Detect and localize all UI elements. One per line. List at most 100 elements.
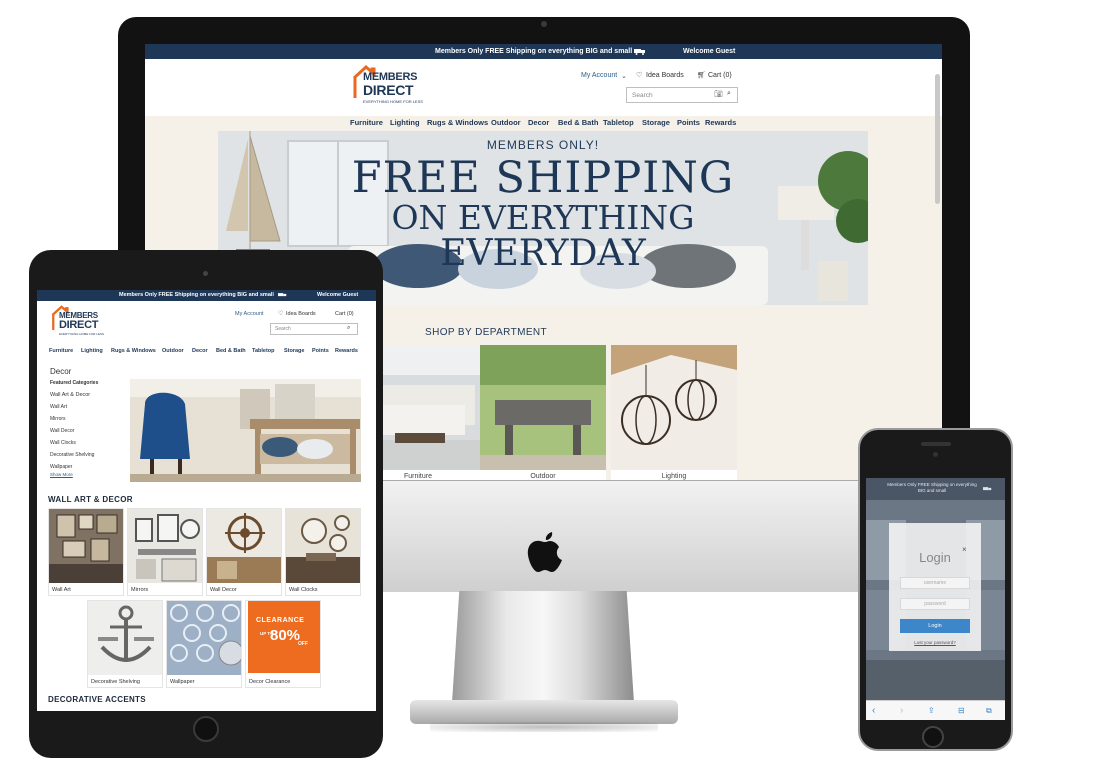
- login-title: Login: [919, 550, 951, 565]
- lost-password-link[interactable]: Lost your password?: [889, 640, 981, 645]
- nav-item-rugs-windows[interactable]: Rugs & Windows: [427, 118, 488, 127]
- tablet-nav-rugs-windows[interactable]: Rugs & Windows: [111, 348, 156, 354]
- nav-item-outdoor[interactable]: Outdoor: [491, 118, 521, 127]
- iphone-speaker: [921, 442, 951, 446]
- shop-by-department-heading: SHOP BY DEPARTMENT: [425, 327, 548, 338]
- password-field[interactable]: password: [900, 598, 970, 610]
- sidebar-title: Decor: [50, 367, 72, 376]
- topbar-message: Members Only FREE Shipping on everything…: [435, 48, 633, 55]
- decor-hero-photo[interactable]: [130, 379, 361, 482]
- wall-clocks-photo: [286, 509, 360, 583]
- tile-label-wall-art: Wall Art: [52, 587, 71, 593]
- phone-topbar-message: Members Only FREE Shipping on everything…: [887, 482, 977, 493]
- tablet-idea-boards-link[interactable]: Idea Boards: [286, 311, 316, 317]
- nav-item-lighting[interactable]: Lighting: [390, 118, 420, 127]
- tablet-nav-lighting[interactable]: Lighting: [81, 348, 103, 354]
- scrollbar[interactable]: [935, 74, 940, 204]
- mirrors-photo: [128, 509, 202, 583]
- category-tile-wall-decor[interactable]: Wall Decor: [206, 508, 282, 596]
- iphone-home-button[interactable]: [922, 726, 944, 748]
- iphone-camera: [933, 452, 938, 457]
- hero-line-free-shipping: FREE SHIPPING: [351, 153, 735, 203]
- imac-camera: [541, 21, 547, 27]
- department-card-lighting[interactable]: Lighting: [611, 345, 737, 480]
- camera-icon[interactable]: 📷︎: [714, 90, 723, 98]
- category-tile-decor-clearance[interactable]: CLEARANCE UP TO 80% OFF Decor Clearance: [245, 600, 321, 688]
- hero-line-members-only: MEMBERS ONLY!: [486, 138, 600, 152]
- site-header: MEMBERS DIRECT EVERYTHING HOME FOR LESS …: [145, 59, 942, 116]
- tablet-nav-storage[interactable]: Storage: [284, 348, 304, 354]
- section-heading-wall-art-decor: WALL ART & DECOR: [48, 495, 133, 504]
- tablet-nav-tabletop[interactable]: Tabletop: [252, 348, 275, 354]
- ipad-home-button[interactable]: [193, 716, 219, 742]
- welcome-guest: Welcome Guest: [683, 48, 736, 55]
- ipad-camera: [203, 271, 208, 276]
- department-card-outdoor[interactable]: Outdoor: [480, 345, 606, 480]
- idea-boards-link[interactable]: Idea Boards: [646, 72, 684, 79]
- nav-item-furniture[interactable]: Furniture: [350, 118, 383, 127]
- tablet-my-account-link[interactable]: My Account: [235, 311, 263, 317]
- category-tile-wallpaper[interactable]: Wallpaper: [166, 600, 242, 688]
- truck-icon: [278, 293, 287, 297]
- apple-icon: [527, 532, 562, 572]
- sidebar-item-wall-clocks[interactable]: Wall Clocks: [50, 440, 76, 446]
- tablet-logo-line2: DIRECT: [59, 319, 99, 331]
- tablet-nav-bed-bath[interactable]: Bed & Bath: [216, 348, 246, 354]
- nav-item-storage[interactable]: Storage: [642, 118, 670, 127]
- lighting-photo: [611, 345, 737, 470]
- show-more-link[interactable]: Show More: [50, 472, 73, 477]
- tablet-nav-furniture[interactable]: Furniture: [49, 348, 73, 354]
- search-box[interactable]: Search 📷︎ ⌕: [626, 87, 738, 103]
- my-account-link[interactable]: My Account: [581, 72, 617, 79]
- login-button[interactable]: Login: [900, 619, 970, 633]
- category-tile-mirrors[interactable]: Mirrors: [127, 508, 203, 596]
- share-icon[interactable]: ⇪: [928, 706, 935, 715]
- tablet-cart-link[interactable]: Cart (0): [335, 311, 354, 317]
- category-tile-wall-art[interactable]: Wall Art: [48, 508, 124, 596]
- phone-topbar: Members Only FREE Shipping on everything…: [866, 478, 1005, 500]
- heart-icon: ♡: [278, 311, 284, 317]
- category-tile-decorative-shelving[interactable]: Decorative Shelving: [87, 600, 163, 688]
- nav-item-bed-bath[interactable]: Bed & Bath: [558, 118, 598, 127]
- cart-link[interactable]: Cart (0): [708, 72, 732, 79]
- tablet-nav-rewards[interactable]: Rewards: [335, 348, 358, 354]
- cart-icon: 🛒︎: [697, 72, 706, 79]
- search-icon[interactable]: ⌕: [727, 90, 731, 98]
- nav-item-tabletop[interactable]: Tabletop: [603, 118, 634, 127]
- search-input[interactable]: Search: [632, 92, 653, 99]
- site-logo[interactable]: MEMBERS DIRECT EVERYTHING HOME FOR LESS: [352, 64, 427, 108]
- tablet-search-input[interactable]: Search: [275, 326, 291, 332]
- search-icon[interactable]: ⌕: [347, 325, 350, 332]
- category-tile-wall-clocks[interactable]: Wall Clocks: [285, 508, 361, 596]
- sidebar-item-wall-decor[interactable]: Wall Decor: [50, 428, 74, 434]
- username-field[interactable]: username: [900, 577, 970, 589]
- tablet-nav-points[interactable]: Points: [312, 348, 329, 354]
- promo-topbar: Members Only FREE Shipping on everything…: [145, 44, 942, 59]
- tile-label-wall-decor: Wall Decor: [210, 587, 237, 593]
- hero-line-on-everything: ON EVERYTHING: [391, 198, 695, 237]
- sidebar-item-decorative-shelving[interactable]: Decorative Shelving: [50, 452, 94, 458]
- tablet-nav-decor[interactable]: Decor: [192, 348, 208, 354]
- imac-stand-foot: [410, 700, 678, 724]
- tablet-nav-outdoor[interactable]: Outdoor: [162, 348, 184, 354]
- tile-label-wallpaper: Wallpaper: [170, 679, 195, 685]
- nav-item-points[interactable]: Points: [677, 118, 700, 127]
- wall-art-photo: [49, 509, 123, 583]
- clearance-word: CLEARANCE: [256, 617, 305, 624]
- tablet-search-box[interactable]: Search ⌕: [270, 323, 358, 335]
- sidebar-item-wall-art[interactable]: Wall Art: [50, 404, 67, 410]
- sidebar-item-mirrors[interactable]: Mirrors: [50, 416, 66, 422]
- section-heading-decorative-accents: DECORATIVE ACCENTS: [48, 695, 146, 704]
- tabs-icon[interactable]: ⧉: [986, 706, 992, 716]
- bookmarks-icon[interactable]: ⊟: [958, 706, 965, 715]
- sidebar-item-wallpaper[interactable]: Wallpaper: [50, 464, 72, 470]
- nav-item-rewards[interactable]: Rewards: [705, 118, 736, 127]
- back-arrow-icon[interactable]: ‹: [872, 705, 875, 716]
- tablet-screen: Members Only FREE Shipping on everything…: [37, 290, 376, 711]
- clearance-off: OFF: [298, 641, 308, 647]
- tablet-logo-tagline: EVERYTHING HOME FOR LESS: [59, 332, 104, 336]
- sidebar-item-wall-art-decor[interactable]: Wall Art & Decor: [50, 392, 90, 398]
- nav-item-decor[interactable]: Decor: [528, 118, 549, 127]
- tablet-logo[interactable]: MEMBERS DIRECT EVERYTHING HOME FOR LESS: [51, 304, 111, 338]
- forward-arrow-icon[interactable]: ›: [900, 705, 903, 716]
